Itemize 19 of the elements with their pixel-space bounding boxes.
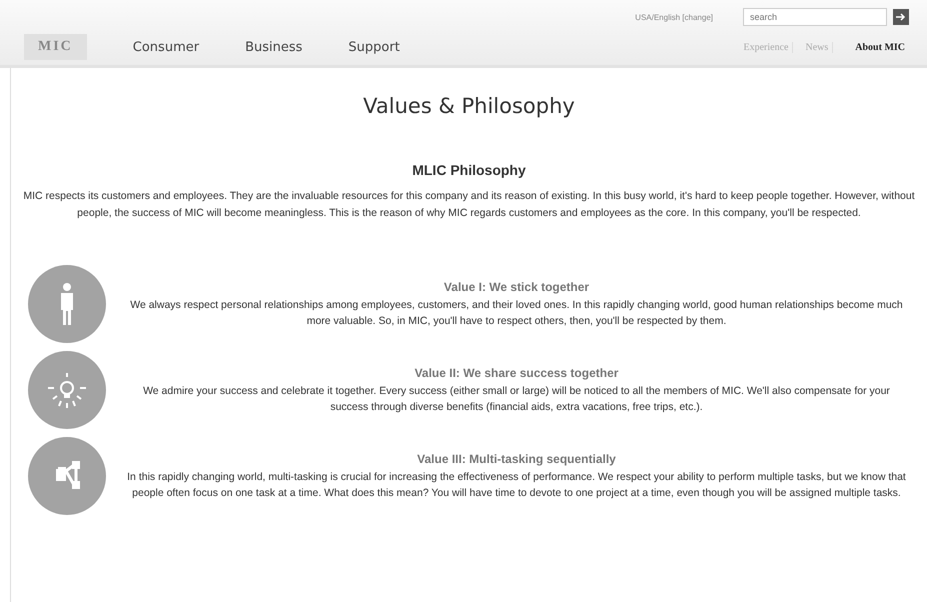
paragraph: MIC respects its customers and employees. They are the invaluable resources for this company and its reason of existing. In this busy world, it's hard to keep people together. However, without people, the success of MIC will become meaningless. This is the reason of why MIC regards customers and employees as the core. In this company, you'll be respected.	[22, 189, 916, 221]
arrow-icon	[896, 13, 906, 21]
paragraph: In this rapidly changing world, multi-tasking is crucial for increasing the effectiveness of performance. We respect your ability to perform multiple tasks, but we know that people often focus on one task at a time. What does this mean? You will have time to devote to one project at a time, even though you will be assigned multiple tasks.	[126, 470, 907, 500]
lightbulb-icon	[28, 351, 106, 429]
search-field[interactable]: search	[743, 8, 887, 26]
value-heading: Value II: We share success together	[414, 366, 620, 380]
paragraph: We admire your success and celebrate it together. Every success (either small or large) will be noticed to all the members of MIC. We'll also compensate for your success through diverse benefits (financial aids, extra vacations, free trips, etc.).	[142, 384, 891, 414]
paragraph: We always respect personal relationships among employees, customers, and their loved ones. In this rapidly changing world, good human relationships become much more valuable. So, in MIC, you'll have to respect others, then, you'll be respected by them.	[129, 298, 904, 328]
page-title: Values & Philosophy	[362, 93, 576, 118]
value-heading: Value I: We stick together	[442, 280, 590, 294]
nav-link[interactable]: Consumer	[132, 40, 200, 54]
nav-link[interactable]: Support	[348, 40, 400, 54]
subnav-link[interactable]: About MIC	[851, 42, 909, 52]
section-heading: MLIC Philosophy	[411, 162, 527, 178]
network-icon	[28, 437, 106, 515]
value-heading: Value III: Multi-tasking sequentially	[416, 452, 617, 466]
person-icon	[28, 265, 106, 343]
search-button[interactable]	[893, 9, 909, 25]
nav-link[interactable]: Business	[245, 40, 302, 54]
